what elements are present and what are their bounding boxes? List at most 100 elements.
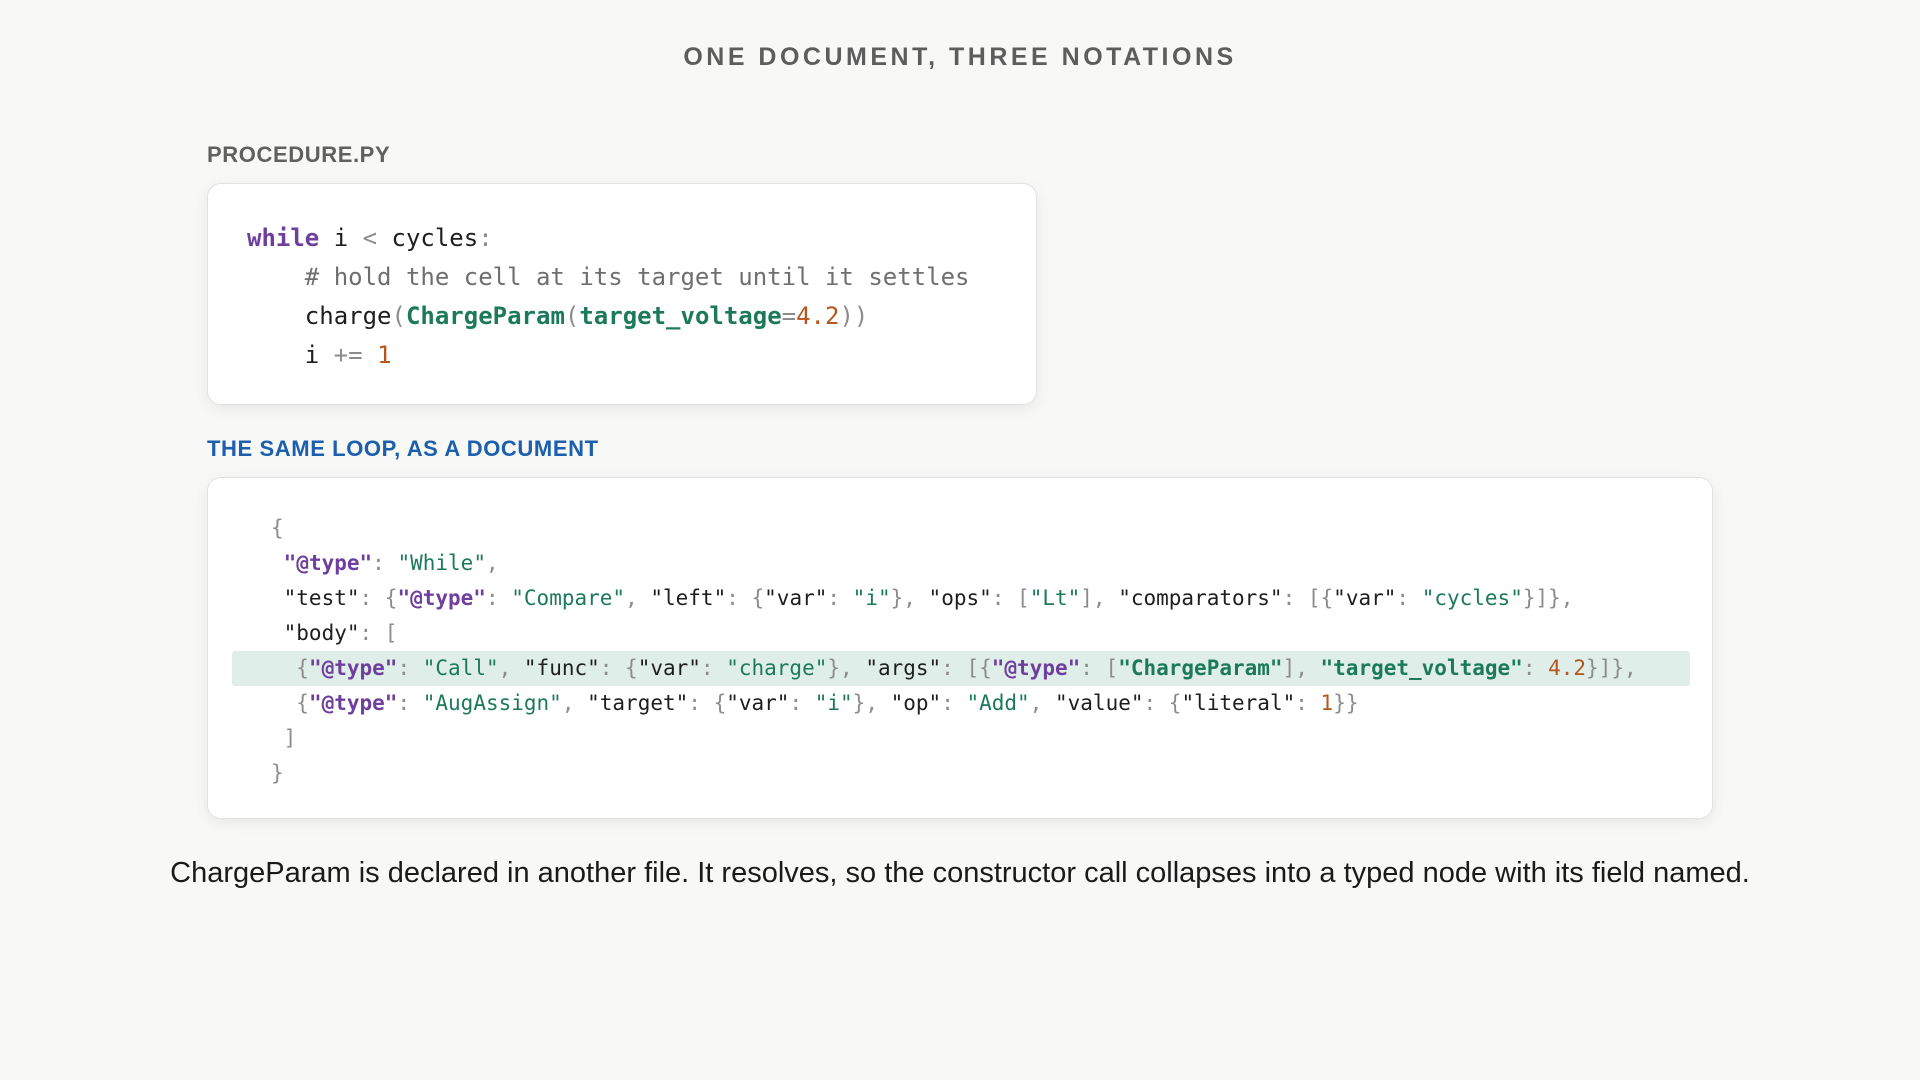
code-token: },	[827, 656, 866, 680]
code-token: "target_voltage"	[1320, 656, 1523, 680]
code-token: ,	[498, 656, 524, 680]
code-token: ],	[1080, 586, 1119, 610]
code-token: target_voltage	[579, 302, 782, 330]
page-title: ONE DOCUMENT, THREE NOTATIONS	[683, 43, 1237, 71]
python-code-card: while i < cycles: # hold the cell at its…	[207, 183, 1037, 405]
code-token: : [	[991, 586, 1030, 610]
code-token: :	[397, 691, 423, 715]
code-token: "@type"	[991, 656, 1081, 680]
code-token: "var"	[1333, 586, 1397, 610]
code-token: : {	[1143, 691, 1182, 715]
code-token: "left"	[650, 586, 727, 610]
code-token: :	[789, 691, 815, 715]
code-line: i += 1	[247, 336, 1036, 375]
code-token: : [{	[1282, 586, 1334, 610]
code-token: "@type"	[308, 656, 398, 680]
code-token: =	[781, 302, 797, 330]
code-token: :	[1295, 691, 1321, 715]
code-token: "i"	[852, 586, 891, 610]
code-token: "var"	[637, 656, 701, 680]
code-token: 4.2	[1548, 656, 1587, 680]
code-token: "args"	[865, 656, 942, 680]
code-token: ],	[1282, 656, 1321, 680]
code-token: "var"	[764, 586, 828, 610]
code-token: "@type"	[397, 586, 486, 610]
code-token: 1	[1320, 691, 1334, 715]
caption-text: ChargeParam is declared in another file.…	[170, 857, 1750, 889]
code-token: :	[1396, 586, 1422, 610]
code-token: :	[700, 656, 727, 680]
code-token: (	[564, 302, 580, 330]
code-token: : {	[359, 586, 398, 610]
code-token: "var"	[726, 691, 790, 715]
code-token: },	[890, 586, 929, 610]
code-line: "@type": "While",	[232, 546, 1690, 581]
code-token: {	[271, 691, 309, 715]
code-token: 1	[377, 341, 392, 369]
json-code-block: { "@type": "While", "test": {"@type": "C…	[208, 511, 1712, 791]
code-token: :	[941, 691, 967, 715]
code-token: ))	[839, 302, 869, 330]
code-token: ,	[625, 586, 651, 610]
code-token: "Compare"	[511, 586, 626, 610]
code-token: "cycles"	[1421, 586, 1523, 610]
code-token: "Call"	[422, 656, 499, 680]
code-token: : [{	[941, 656, 992, 680]
code-token: # hold the cell at its target until it s…	[247, 263, 970, 291]
code-line: {"@type": "AugAssign", "target": {"var":…	[232, 686, 1690, 721]
code-token: :	[372, 551, 398, 575]
code-line: "body": [	[232, 616, 1690, 651]
python-code-block: while i < cycles: # hold the cell at its…	[247, 219, 1036, 375]
code-token: "func"	[523, 656, 600, 680]
code-token: }}	[1333, 691, 1359, 715]
code-line: # hold the cell at its target until it s…	[247, 258, 1036, 297]
code-token: "@type"	[308, 691, 398, 715]
code-token: {	[271, 516, 284, 540]
code-token: : {	[726, 586, 765, 610]
code-token: "Add"	[966, 691, 1030, 715]
code-token: i	[247, 341, 334, 369]
code-token: "body"	[271, 621, 360, 645]
code-line: charge(ChargeParam(target_voltage=4.2))	[247, 297, 1036, 336]
code-token: <	[362, 224, 378, 252]
code-token: ,	[1029, 691, 1055, 715]
code-token: "charge"	[726, 656, 828, 680]
code-token: "comparators"	[1118, 586, 1283, 610]
code-token: 4.2	[796, 302, 840, 330]
code-line: while i < cycles:	[247, 219, 1036, 258]
code-token: i	[319, 224, 363, 252]
code-token: cycles	[377, 224, 479, 252]
code-token: },	[852, 691, 891, 715]
code-token: +=	[333, 341, 363, 369]
code-token: }]},	[1522, 586, 1574, 610]
code-token: : [	[359, 621, 398, 645]
code-token: :	[478, 224, 493, 252]
code-token: {	[271, 656, 309, 680]
code-token: (	[391, 302, 406, 330]
python-section-label: PROCEDURE.PY	[207, 142, 391, 167]
code-line: {"@type": "Call", "func": {"var": "charg…	[232, 651, 1690, 686]
code-line: "test": {"@type": "Compare", "left": {"v…	[232, 581, 1690, 616]
code-token: "value"	[1055, 691, 1144, 715]
code-token: }]},	[1586, 656, 1637, 680]
code-token: while	[247, 224, 320, 252]
code-token: :	[1522, 656, 1549, 680]
code-token: "@type"	[283, 551, 373, 575]
code-token: "op"	[890, 691, 942, 715]
document-section-label: THE SAME LOOP, AS A DOCUMENT	[207, 436, 599, 461]
code-token: :	[485, 586, 512, 610]
code-token: "i"	[814, 691, 853, 715]
code-token: :	[827, 586, 853, 610]
code-token: :	[397, 656, 423, 680]
code-token: "ChargeParam"	[1118, 656, 1283, 680]
code-token: : [	[1080, 656, 1119, 680]
code-token: ,	[485, 551, 499, 575]
code-token: charge	[247, 302, 392, 330]
code-line: }	[232, 756, 1690, 791]
code-token: "AugAssign"	[422, 691, 562, 715]
code-token: : {	[688, 691, 727, 715]
code-token: ChargeParam	[405, 302, 565, 330]
code-token: "test"	[271, 586, 360, 610]
